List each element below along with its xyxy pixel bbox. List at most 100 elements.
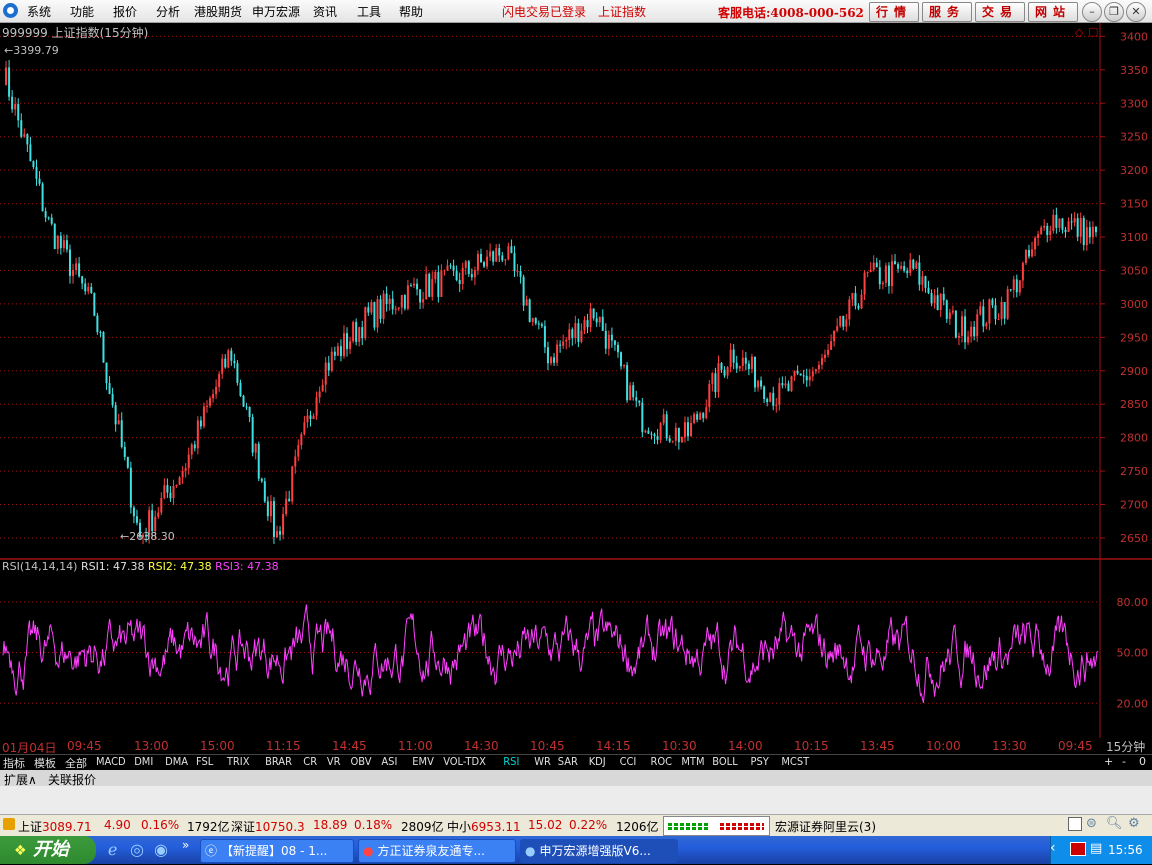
candle-body: [836, 326, 839, 331]
candle-body: [909, 259, 912, 274]
indicator-tab[interactable]: SAR: [558, 755, 578, 768]
candle-body: [355, 322, 358, 342]
browser-icon[interactable]: ◎: [130, 840, 144, 859]
candle-body: [769, 392, 772, 403]
indicator-tab[interactable]: VR: [327, 755, 341, 768]
restore-icon[interactable]: ❐: [1104, 2, 1124, 22]
menu-analysis[interactable]: 分析: [156, 3, 180, 20]
menu-function[interactable]: 功能: [70, 3, 94, 20]
market-button[interactable]: 行情: [869, 2, 919, 22]
search-icon[interactable]: 🔍︎: [1106, 816, 1123, 831]
service-button[interactable]: 服务: [922, 2, 972, 22]
message-icon[interactable]: [1068, 817, 1082, 831]
sz-index[interactable]: 深证10750.3: [231, 818, 305, 835]
candle-body: [68, 249, 71, 276]
minimize-icon[interactable]: –: [1082, 2, 1102, 22]
tray-app-icon[interactable]: [1070, 842, 1086, 856]
zoom-out-button[interactable]: -: [1122, 755, 1126, 768]
indicator-tab[interactable]: TRIX: [227, 755, 250, 768]
menu-hk-futures[interactable]: 港股期货: [194, 3, 242, 20]
indicator-tab[interactable]: CCI: [620, 755, 637, 768]
browser2-icon[interactable]: ◉: [154, 840, 168, 859]
candle-body: [994, 305, 997, 320]
candle-body: [1085, 227, 1088, 246]
diamond-icon[interactable]: ◇: [1075, 26, 1083, 39]
indicator-tab[interactable]: BRAR: [265, 755, 292, 768]
task-shenwan[interactable]: ● 申万宏源增强版V6...: [520, 839, 678, 863]
candle-body: [878, 267, 881, 285]
price-chart[interactable]: 3400 3350 3300 3250 3200 3150 3100 3050 3000 2950…: [0, 23, 1152, 738]
quick-launch-more-icon[interactable]: »: [182, 838, 189, 852]
zoom-in-button[interactable]: +: [1104, 755, 1113, 768]
tray-expand-icon[interactable]: ‹: [1050, 840, 1056, 856]
zx-index[interactable]: 中小6953.11: [447, 818, 521, 835]
server-name[interactable]: 宏源证券阿里云(3): [775, 818, 876, 835]
candle-body: [132, 507, 135, 517]
indicator-tab[interactable]: VOL-TDX: [443, 755, 486, 768]
sh-index[interactable]: 上证3089.71: [18, 818, 92, 835]
menu-tools[interactable]: 工具: [357, 3, 381, 20]
candle-body: [224, 358, 227, 368]
indicator-tab[interactable]: MTM: [681, 755, 704, 768]
menu-news[interactable]: 资讯: [313, 3, 337, 20]
candle-body: [1043, 225, 1046, 228]
candle-body: [443, 270, 446, 272]
candle-body: [744, 357, 747, 364]
candle-body: [540, 324, 543, 327]
candle-body: [543, 326, 546, 348]
indicator-tab[interactable]: BOLL: [712, 755, 737, 768]
indicator-tab[interactable]: MACD: [96, 755, 126, 768]
candle-body: [912, 259, 915, 269]
signal-icon[interactable]: ⊜: [1086, 816, 1097, 831]
indicator-tab[interactable]: ASI: [381, 755, 397, 768]
close-icon[interactable]: ✕: [1126, 2, 1146, 22]
indicator-tab[interactable]: WR: [534, 755, 551, 768]
menu-help[interactable]: 帮助: [399, 3, 423, 20]
period-selector[interactable]: 15分钟: [1106, 738, 1145, 755]
candle-body: [720, 363, 723, 370]
menu-quote[interactable]: 报价: [113, 3, 137, 20]
candle-body: [62, 240, 65, 249]
candle-body: [321, 384, 324, 392]
candle-body: [35, 167, 38, 179]
candle-body: [854, 293, 857, 306]
candle-body: [196, 420, 199, 449]
zoom-reset-button[interactable]: 0: [1139, 755, 1146, 768]
candle-body: [951, 310, 954, 313]
menu-system[interactable]: 系统: [27, 3, 51, 20]
candle-body: [1094, 226, 1097, 233]
indicator-tab[interactable]: KDJ: [589, 755, 606, 768]
candle-body: [662, 414, 665, 424]
indicator-tab[interactable]: ROC: [651, 755, 673, 768]
zx-amount: 1206亿: [616, 820, 659, 834]
indicator-tab[interactable]: RSI: [503, 755, 519, 768]
indicator-tab[interactable]: EMV: [412, 755, 434, 768]
indicator-tab[interactable]: 全部: [65, 755, 87, 771]
indicator-tab[interactable]: DMA: [165, 755, 188, 768]
ie-icon[interactable]: ℯ: [108, 840, 117, 859]
candle-body: [659, 423, 662, 440]
indicator-tab[interactable]: DMI: [134, 755, 153, 768]
indicator-tab[interactable]: OBV: [351, 755, 372, 768]
candle-body: [1009, 289, 1012, 291]
indicator-tab[interactable]: MCST: [781, 755, 809, 768]
start-button[interactable]: ❖ 开始: [0, 836, 96, 864]
network-icon[interactable]: ▤: [1090, 841, 1102, 856]
candle-body: [151, 510, 154, 532]
task-fangzheng[interactable]: ● 方正证券泉友通专...: [358, 839, 516, 863]
indicator-tab[interactable]: PSY: [751, 755, 769, 768]
indicator-tab[interactable]: 模板: [34, 755, 56, 771]
menu-shenwan[interactable]: 申万宏源: [252, 3, 300, 20]
website-button[interactable]: 网站: [1028, 2, 1078, 22]
task-reminder[interactable]: ⓔ 【新提醒】08 - 1...: [200, 839, 354, 863]
trade-button[interactable]: 交易: [975, 2, 1025, 22]
settings-icon[interactable]: ⚙: [1128, 816, 1140, 831]
candle-body: [668, 438, 671, 442]
candle-body: [979, 306, 982, 315]
indicator-tab[interactable]: 指标: [3, 755, 25, 771]
window-box-icon[interactable]: ▢: [1088, 25, 1098, 38]
indicator-tab[interactable]: CR: [303, 755, 317, 768]
indicator-tab[interactable]: FSL: [196, 755, 213, 768]
candle-body: [808, 376, 811, 381]
candle-body: [1046, 225, 1049, 236]
